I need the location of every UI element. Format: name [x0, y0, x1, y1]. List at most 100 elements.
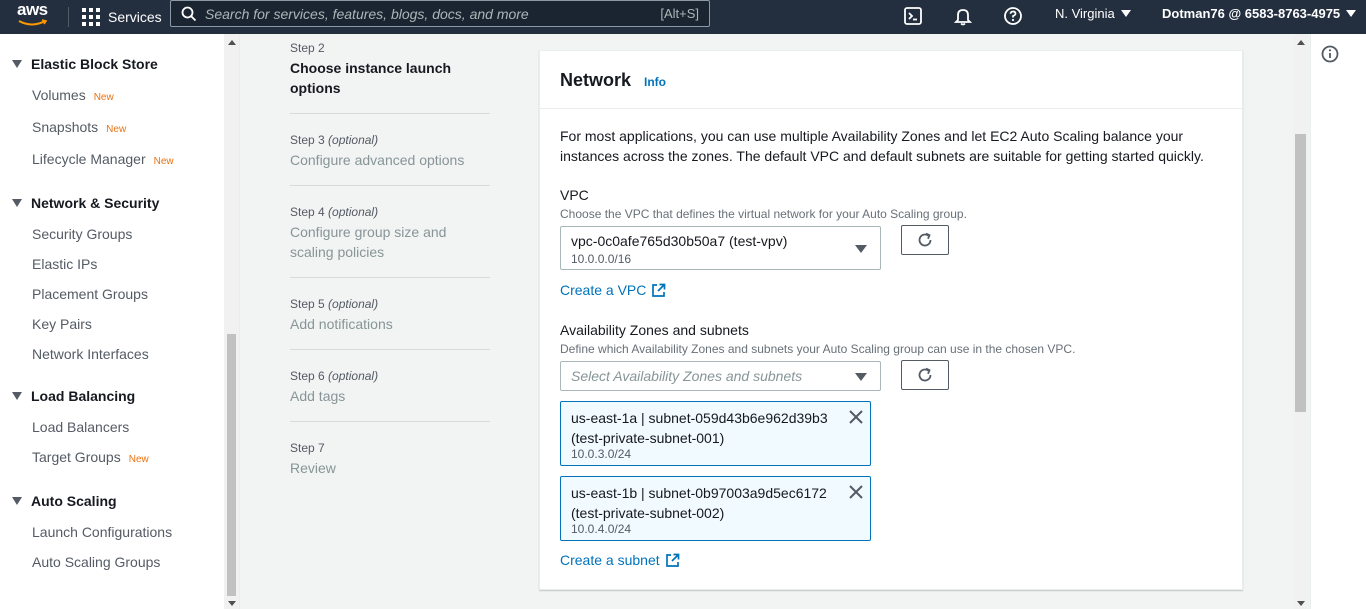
subnet-token: us-east-1b | subnet-0b97003a9d5ec6172 (t… [560, 476, 871, 541]
sidebar-section-title: Network & Security [31, 195, 160, 211]
network-panel: Network Info For most applications, you … [539, 50, 1243, 590]
services-menu-button[interactable]: Services [82, 0, 162, 34]
expand-icon [12, 60, 22, 68]
sidebar-item-snapshots[interactable]: Snapshots New [32, 119, 126, 135]
aws-logo-text: aws [17, 0, 48, 19]
search-shortcut: [Alt+S] [660, 6, 699, 21]
vpc-select[interactable]: vpc-0c0afe765d30b50a7 (test-vpv) 10.0.0.… [560, 226, 881, 270]
refresh-icon [918, 367, 932, 382]
subnet-token-cidr: 10.0.3.0/24 [571, 447, 632, 461]
sidebar-item-target-groups[interactable]: Target Groups New [32, 449, 149, 465]
sidebar-item-security-groups[interactable]: Security Groups [32, 226, 132, 242]
sidebar-section-auto-scaling[interactable]: Auto Scaling [12, 493, 117, 509]
step-3-label: Step 3 (optional) [290, 133, 379, 147]
sidebar-item-auto-scaling-groups[interactable]: Auto Scaling Groups [32, 554, 160, 570]
main-scrollbar[interactable] [1293, 34, 1308, 609]
utility-rail [1310, 34, 1366, 609]
sidebar-item-label: Target Groups [32, 449, 121, 465]
caret-down-icon [855, 373, 867, 381]
account-menu[interactable]: Dotman76 @ 6583-8763-4975 [1162, 0, 1357, 27]
step-3-title[interactable]: Configure advanced options [290, 150, 490, 170]
az-subnets-help-text: Define which Availability Zones and subn… [560, 342, 1076, 356]
cloudshell-icon[interactable] [902, 5, 924, 27]
sidebar-item-volumes[interactable]: Volumes New [32, 87, 114, 103]
sidebar-section-title: Elastic Block Store [31, 56, 158, 72]
sidebar-item-key-pairs[interactable]: Key Pairs [32, 316, 92, 332]
scroll-down-arrow-icon[interactable] [1297, 601, 1305, 606]
caret-down-icon [855, 245, 867, 253]
sidebar-item-load-balancers[interactable]: Load Balancers [32, 419, 129, 435]
az-subnets-placeholder: Select Availability Zones and subnets [571, 368, 803, 384]
services-label: Services [108, 9, 162, 25]
sidebar-item-label: Volumes [32, 87, 86, 103]
sidebar-item-label: Elastic IPs [32, 256, 98, 272]
sidebar-item-label: Key Pairs [32, 316, 92, 332]
step-divider [290, 421, 490, 422]
sidebar-section-title: Load Balancing [31, 388, 136, 404]
external-link-icon [652, 283, 666, 297]
step-5-label: Step 5 (optional) [290, 297, 379, 311]
az-refresh-button[interactable] [901, 360, 949, 390]
sidebar-item-launch-configurations[interactable]: Launch Configurations [32, 524, 172, 540]
sidebar-item-network-interfaces[interactable]: Network Interfaces [32, 346, 149, 362]
nav-divider [68, 7, 69, 27]
sidebar-item-label: Lifecycle Manager [32, 151, 146, 167]
scroll-up-arrow-icon[interactable] [1297, 40, 1305, 45]
aws-smile-icon [18, 19, 48, 26]
sidebar-section-title: Auto Scaling [31, 493, 117, 509]
create-vpc-link[interactable]: Create a VPC [560, 282, 666, 298]
step-divider [290, 277, 490, 278]
sidebar-scrollbar[interactable] [224, 34, 239, 609]
subnet-token: us-east-1a | subnet-059d43b6e962d39b3 (t… [560, 401, 871, 466]
step-divider [290, 185, 490, 186]
create-subnet-link[interactable]: Create a subnet [560, 552, 680, 568]
bell-icon[interactable] [952, 5, 974, 27]
vpc-help-text: Choose the VPC that defines the virtual … [560, 207, 967, 221]
expand-icon [12, 497, 22, 505]
help-icon[interactable] [1002, 5, 1024, 27]
search-input[interactable]: Search for services, features, blogs, do… [170, 0, 710, 27]
new-badge: New [153, 156, 174, 167]
info-link[interactable]: Info [644, 75, 666, 89]
refresh-icon [918, 232, 932, 247]
vpc-refresh-button[interactable] [901, 225, 949, 255]
aws-logo[interactable]: aws [17, 1, 53, 31]
step-4-label: Step 4 (optional) [290, 205, 379, 219]
close-icon[interactable] [848, 409, 864, 425]
sidebar-section-network-security[interactable]: Network & Security [12, 195, 159, 211]
subnet-token-label: us-east-1b | subnet-0b97003a9d5ec6172 (t… [571, 485, 827, 521]
region-label: N. Virginia [1055, 6, 1115, 21]
step-7-title[interactable]: Review [290, 458, 490, 478]
subnet-token-label: us-east-1a | subnet-059d43b6e962d39b3 (t… [571, 410, 828, 446]
main-scroll-thumb[interactable] [1295, 134, 1306, 412]
new-badge: New [128, 454, 149, 465]
caret-down-icon [1346, 10, 1357, 17]
account-label: Dotman76 @ 6583-8763-4975 [1162, 6, 1341, 21]
sidebar-item-label: Launch Configurations [32, 524, 173, 540]
sidebar-section-load-balancing[interactable]: Load Balancing [12, 388, 135, 404]
region-selector[interactable]: N. Virginia [1055, 0, 1131, 27]
subnet-token-cidr: 10.0.4.0/24 [571, 522, 632, 536]
create-vpc-label: Create a VPC [560, 282, 647, 298]
top-navigation-bar: aws Services Search for services, featur… [0, 0, 1366, 34]
sidebar-scroll-thumb[interactable] [227, 334, 236, 596]
info-icon[interactable] [1321, 45, 1339, 63]
sidebar-item-label: Auto Scaling Groups [32, 554, 161, 570]
step-6-label: Step 6 (optional) [290, 369, 379, 383]
step-7-label: Step 7 [290, 441, 325, 455]
scroll-up-arrow-icon[interactable] [228, 40, 236, 45]
sidebar-item-placement-groups[interactable]: Placement Groups [32, 286, 148, 302]
sidebar-item-lifecycle-manager[interactable]: Lifecycle Manager New [32, 151, 174, 167]
sidebar-section-elastic-block-store[interactable]: Elastic Block Store [12, 56, 158, 72]
step-2-label: Step 2 [290, 41, 325, 55]
scroll-down-arrow-icon[interactable] [228, 601, 236, 606]
az-subnets-select[interactable]: Select Availability Zones and subnets [560, 361, 881, 391]
close-icon[interactable] [848, 484, 864, 500]
vpc-label: VPC [560, 187, 589, 203]
step-4-title[interactable]: Configure group size and scaling policie… [290, 222, 490, 262]
sidebar-item-elastic-ips[interactable]: Elastic IPs [32, 256, 97, 272]
az-subnets-label: Availability Zones and subnets [560, 322, 749, 338]
step-5-title[interactable]: Add notifications [290, 314, 490, 334]
new-badge: New [106, 124, 127, 135]
step-6-title[interactable]: Add tags [290, 386, 490, 406]
